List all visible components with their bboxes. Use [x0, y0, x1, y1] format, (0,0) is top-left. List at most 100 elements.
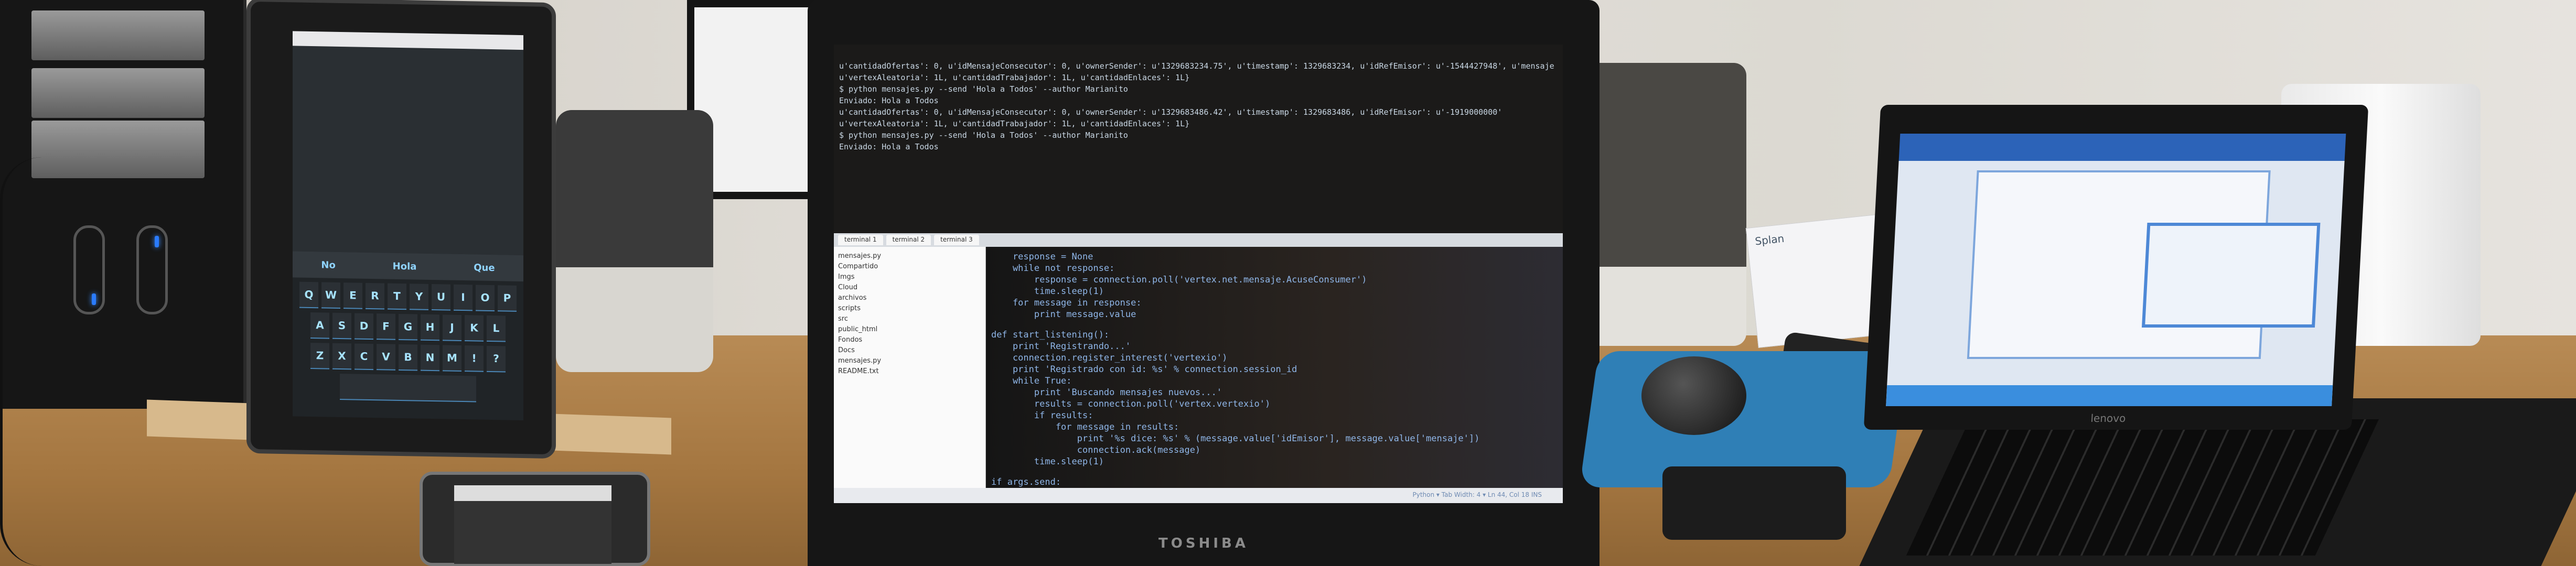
- keyboard-key[interactable]: ?: [487, 345, 506, 373]
- terminal-line: $ python mensajes.py --send 'Hola a Todo…: [839, 84, 1128, 94]
- keyboard-key[interactable]: !: [465, 345, 484, 372]
- code-line: print 'Buscando mensajes nuevos...': [991, 387, 1222, 398]
- code-line: print '%s dice: %s' % (message.value['id…: [991, 433, 1480, 444]
- keyboard-key[interactable]: E: [344, 282, 362, 309]
- keyboard-key[interactable]: V: [377, 344, 395, 371]
- terminal-line: $ python mensajes.py --send 'Hola a Todo…: [839, 130, 1128, 140]
- code-line: while True:: [991, 376, 1072, 386]
- file-browser: mensajes.py Compartido Imgs Cloud archivos sc…: [834, 247, 986, 488]
- keyboard-key[interactable]: T: [388, 283, 406, 310]
- keyboard-key[interactable]: H: [421, 314, 439, 341]
- speaker-left: [556, 110, 713, 372]
- code-line: for message in response:: [991, 298, 1142, 308]
- file-tree-item: archivos: [838, 294, 867, 302]
- keyboard-key[interactable]: A: [310, 312, 329, 339]
- power-led-icon: [155, 236, 159, 247]
- android-tablet: No Hola Que Q W E R T Y U I O P A S D F G H J K L Z X C V B N M!?: [246, 0, 556, 459]
- code-line: results = connection.poll('vertex.vertex…: [991, 399, 1271, 409]
- keyboard-keys[interactable]: [1906, 419, 2379, 556]
- tablet-screen: No Hola Que Q W E R T Y U I O P A S D F G H J K L Z X C V B N M!?: [293, 31, 523, 421]
- keyboard-key[interactable]: P: [498, 285, 517, 312]
- keyboard-key[interactable]: D: [355, 313, 373, 340]
- keyboard-row: Z X C V B N M!?: [296, 342, 520, 373]
- keyboard-key[interactable]: M: [443, 345, 461, 372]
- code-line: time.sleep(1): [991, 286, 1104, 297]
- keyboard-key[interactable]: N: [421, 344, 439, 372]
- keyboard-key[interactable]: B: [399, 344, 417, 371]
- cable: [0, 157, 136, 566]
- file-tree-item: README.txt: [838, 367, 879, 375]
- keyboard-key[interactable]: Y: [410, 284, 428, 310]
- keyboard-key[interactable]: F: [377, 313, 395, 340]
- code-line: if args.send:: [991, 477, 1061, 487]
- keyboard-row: [296, 373, 520, 402]
- windows-taskbar[interactable]: [1886, 385, 2333, 406]
- editor-window: terminal 1 terminal 2 terminal 3 mensaje…: [834, 233, 1563, 503]
- dialog-window[interactable]: [2141, 223, 2321, 328]
- code-line: response = None: [991, 252, 1093, 262]
- code-line: time.sleep(1): [991, 456, 1104, 467]
- code-editor[interactable]: response = None while not response: resp…: [986, 247, 1563, 503]
- keyboard-key[interactable]: I: [454, 284, 473, 311]
- front-panel-slot: [136, 225, 168, 314]
- code-line: print message.value: [991, 309, 1136, 320]
- mobile-phone: [1662, 466, 1846, 540]
- code-line: connection.register_interest('vertexio'): [991, 353, 1228, 363]
- keyboard-key[interactable]: X: [332, 343, 351, 370]
- code-line: connection.ack(message): [991, 445, 1201, 455]
- file-tree-item: mensajes.py: [838, 252, 882, 260]
- keyboard-key[interactable]: O: [476, 285, 495, 312]
- file-tree-item: Fondos: [838, 336, 863, 344]
- editor-tabs: terminal 1 terminal 2 terminal 3: [834, 233, 1563, 247]
- suggestion-que[interactable]: Que: [474, 262, 495, 274]
- file-tree-item: scripts: [838, 304, 861, 312]
- lenovo-logo: lenovo: [2090, 412, 2126, 424]
- keyboard-row: QWERTYUIOP: [296, 281, 520, 312]
- keyboard-key[interactable]: C: [355, 343, 373, 371]
- keyboard-key[interactable]: R: [366, 282, 384, 310]
- tab-terminal-3[interactable]: terminal 3: [934, 235, 979, 245]
- keyboard-key[interactable]: G: [399, 313, 417, 341]
- keyboard-key[interactable]: W: [321, 282, 340, 309]
- code-line: def start_listening():: [991, 330, 1110, 340]
- file-tree-item: mensajes.py: [838, 357, 882, 365]
- suggestion-no[interactable]: No: [321, 259, 335, 270]
- file-tree-item: Imgs: [838, 273, 855, 281]
- drive-bay: [31, 10, 205, 60]
- keyboard-key[interactable]: Q: [299, 281, 318, 309]
- keyboard-key[interactable]: S: [332, 312, 351, 340]
- tab-terminal-1[interactable]: terminal 1: [838, 235, 883, 245]
- keyboard-key[interactable]: K: [465, 315, 484, 342]
- status-bar: Python ▾ Tab Width: 4 ▾ Ln 44, Col 18 IN…: [834, 488, 1563, 503]
- code-line: for message in results:: [991, 422, 1179, 432]
- keyboard-suggestions: No Hola Que: [293, 251, 523, 282]
- computer-mouse[interactable]: [1641, 356, 1746, 435]
- suggestion-hola[interactable]: Hola: [393, 260, 417, 272]
- terminal-line: u'vertexAleatoria': 1L, u'cantidadTrabaj…: [839, 119, 1190, 128]
- laptop-screen: u'cantidadOfertas': 0, u'idMensajeConsec…: [834, 45, 1563, 503]
- terminal-window[interactable]: u'cantidadOfertas': 0, u'idMensajeConsec…: [834, 45, 1563, 233]
- file-tree-item: Docs: [838, 346, 855, 354]
- keyboard-key[interactable]: L: [487, 315, 506, 342]
- keyboard-row: ASDFGHJKL: [296, 312, 520, 342]
- terminal-line: u'cantidadOfertas': 0, u'idMensajeConsec…: [839, 107, 1502, 117]
- code-line: print 'Registrado con id: %s' % connecti…: [991, 364, 1297, 375]
- space-bar[interactable]: [340, 373, 476, 402]
- tablet-text-area[interactable]: [293, 31, 523, 256]
- code-line: print 'Registrando...': [991, 341, 1131, 352]
- file-tree-item: Cloud: [838, 284, 858, 291]
- terminal-line: u'cantidadOfertas': 0, u'idMensajeConsec…: [839, 61, 1554, 71]
- onscreen-keyboard: Q W E R T Y U I O P A S D F G H J K L Z X C V B N M!?: [296, 281, 520, 416]
- tab-terminal-2[interactable]: terminal 2: [886, 235, 931, 245]
- file-tree-item: Compartido: [838, 263, 878, 270]
- toshiba-logo: TOSHIBA: [1158, 536, 1249, 551]
- lenovo-laptop: lenovo: [1863, 105, 2369, 430]
- keyboard-key[interactable]: U: [432, 284, 450, 311]
- keyboard-key[interactable]: Z: [310, 342, 329, 369]
- smartphone: [420, 472, 650, 566]
- keyboard-key[interactable]: J: [443, 314, 461, 342]
- file-tree-item: public_html: [838, 325, 878, 333]
- code-line: while not response:: [991, 263, 1115, 274]
